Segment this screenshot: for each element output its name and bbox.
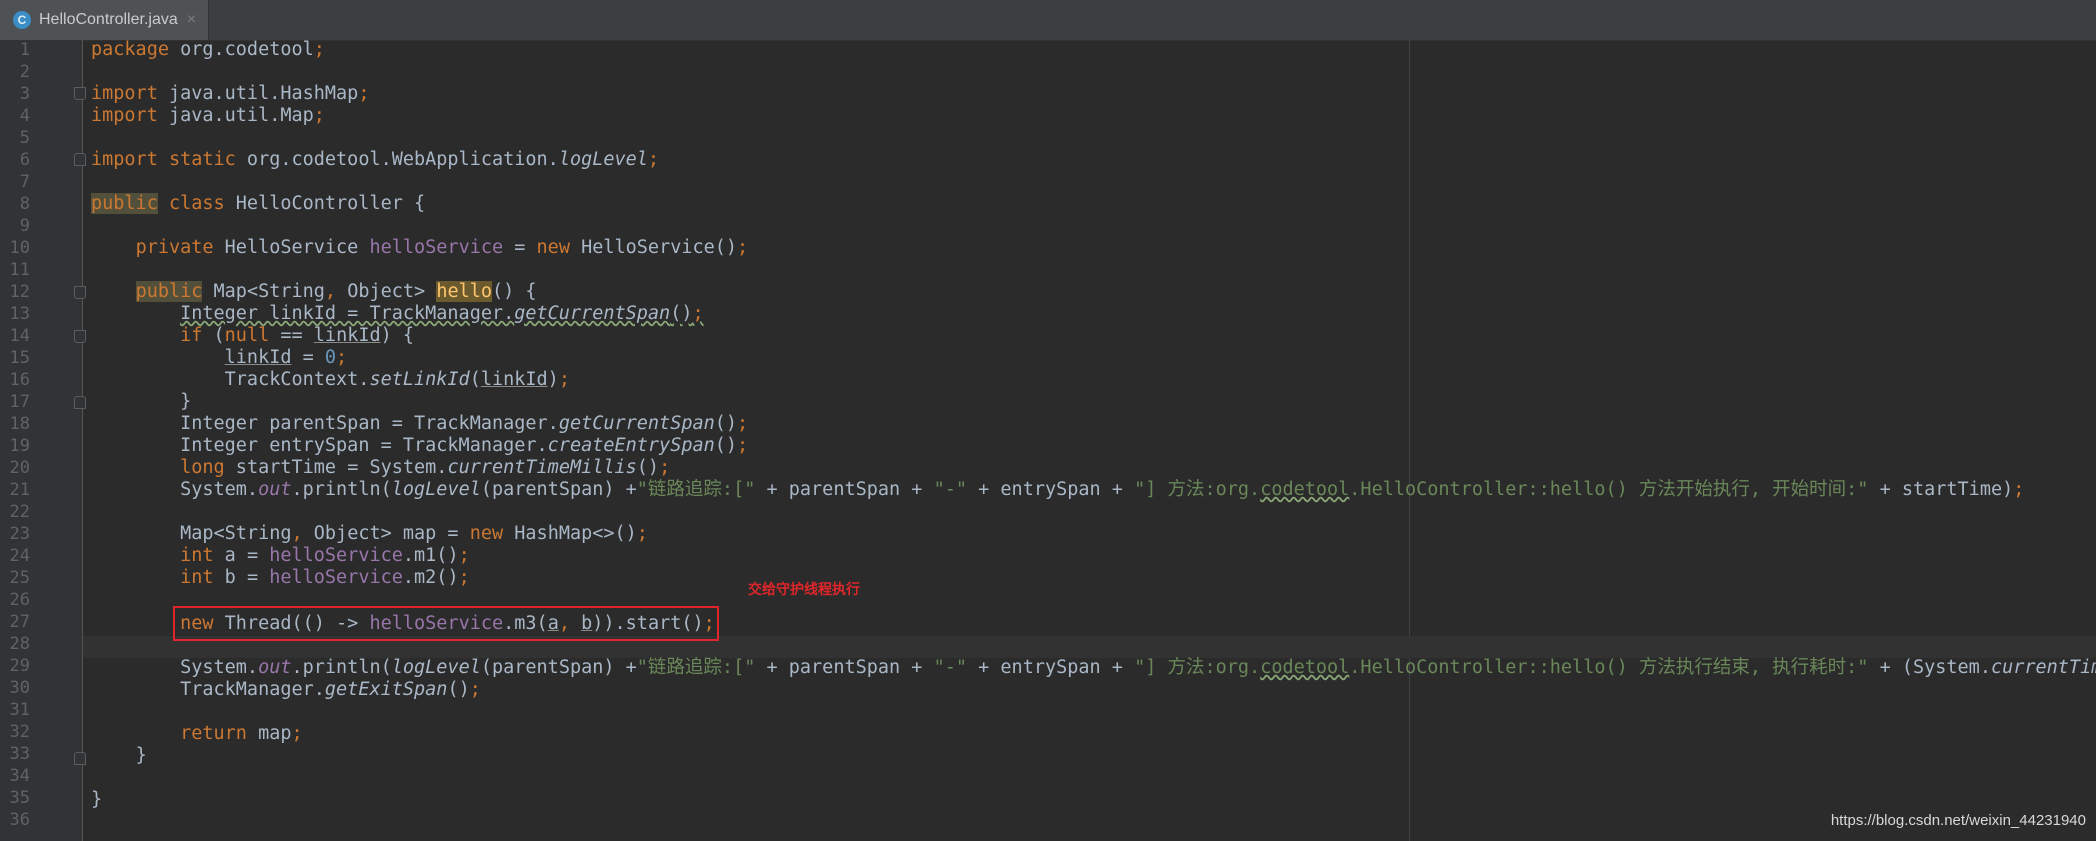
code-line-35: }	[91, 789, 103, 810]
fold-marker-icon[interactable]	[74, 87, 86, 100]
code-line-20: long startTime = System.currentTimeMilli…	[180, 457, 671, 478]
line-number: 14	[9, 326, 30, 346]
code-line-8: public class HelloController {	[91, 193, 426, 214]
line-number: 3	[19, 84, 30, 104]
annotation-label: 交给守护线程执行	[748, 582, 860, 598]
code-line-12: public Map<String, Object> hello() {	[135, 281, 537, 302]
code-line-3: import java.util.HashMap;	[91, 83, 370, 104]
watermark: https://blog.csdn.net/weixin_44231940	[1830, 812, 2086, 829]
code-line-10: private HelloService helloService = new …	[135, 237, 749, 258]
line-number: 15	[9, 348, 30, 368]
code-line-14: if (null == linkId) {	[180, 325, 415, 346]
line-number: 31	[9, 700, 30, 720]
line-number: 25	[9, 568, 30, 588]
code-line-30: TrackManager.getExitSpan();	[180, 679, 481, 700]
line-number: 32	[9, 722, 30, 742]
line-number: 29	[9, 656, 30, 676]
line-number: 1	[19, 40, 30, 60]
code-line-29: System.out.println(logLevel(parentSpan) …	[180, 657, 2096, 678]
close-icon[interactable]: ×	[187, 11, 196, 29]
tab-hellocontroller-java[interactable]: C HelloController.java ×	[0, 0, 209, 40]
line-number: 21	[9, 480, 30, 500]
line-number: 7	[19, 172, 30, 192]
code-line-13: Integer linkId = TrackManager.getCurrent…	[180, 303, 704, 324]
code-line-24: int a = helloService.m1();	[180, 545, 470, 566]
line-number: 33	[9, 744, 30, 764]
line-number: 19	[9, 436, 30, 456]
line-number: 24	[9, 546, 30, 566]
code-line-18: Integer parentSpan = TrackManager.getCur…	[180, 413, 749, 434]
code-line-23: Map<String, Object> map = new HashMap<>(…	[180, 523, 648, 544]
code-line-19: Integer entrySpan = TrackManager.createE…	[180, 435, 749, 456]
line-number: 30	[9, 678, 30, 698]
highlight-box	[173, 606, 719, 641]
code-line-25: int b = helloService.m2();	[180, 567, 470, 588]
line-number: 27	[9, 612, 30, 632]
line-number: 2	[19, 62, 30, 82]
line-number: 35	[9, 788, 30, 808]
code-line-32: return map;	[180, 723, 303, 744]
fold-marker-icon[interactable]	[74, 153, 86, 166]
code-line-6: import static org.codetool.WebApplicatio…	[91, 149, 660, 170]
editor-tab-bar: C HelloController.java ×	[0, 0, 2096, 41]
line-number: 34	[9, 766, 30, 786]
code-line-4: import java.util.Map;	[91, 105, 325, 126]
line-number: 36	[9, 810, 30, 830]
code-line-33: }	[135, 745, 147, 766]
code-line-17: }	[180, 391, 192, 412]
line-number: 10	[9, 238, 30, 258]
code-line-21: System.out.println(logLevel(parentSpan) …	[180, 479, 2025, 500]
fold-marker-icon[interactable]	[74, 330, 86, 343]
line-number: 28	[9, 634, 30, 654]
right-margin-guide	[1409, 40, 1410, 841]
code-line-16: TrackContext.setLinkId(linkId);	[224, 369, 570, 390]
line-number: 22	[9, 502, 30, 522]
line-number: 16	[9, 370, 30, 390]
line-number: 9	[19, 216, 30, 236]
line-number: 23	[9, 524, 30, 544]
java-class-icon: C	[13, 11, 31, 29]
fold-marker-icon[interactable]	[74, 286, 86, 299]
fold-marker-icon[interactable]	[74, 752, 86, 765]
line-number: 26	[9, 590, 30, 610]
line-number: 11	[9, 260, 30, 280]
line-number: 17	[9, 392, 30, 412]
line-number: 20	[9, 458, 30, 478]
line-number: 5	[19, 128, 30, 148]
line-number: 12	[9, 282, 30, 302]
tab-label: HelloController.java	[39, 11, 178, 28]
line-number: 18	[9, 414, 30, 434]
line-number: 8	[19, 194, 30, 214]
code-line-15: linkId = 0;	[224, 347, 348, 368]
line-number: 13	[9, 304, 30, 324]
line-number-gutter: 1 2 3 4 5 6 7 8 9 10 11 12 13 14 15 16 17 18 19 20 21 22 23 24 2…	[0, 40, 86, 841]
code-line-1: package org.codetool;	[91, 39, 325, 60]
line-number: 4	[19, 106, 30, 126]
line-number: 6	[19, 150, 30, 170]
fold-marker-icon[interactable]	[74, 396, 86, 409]
